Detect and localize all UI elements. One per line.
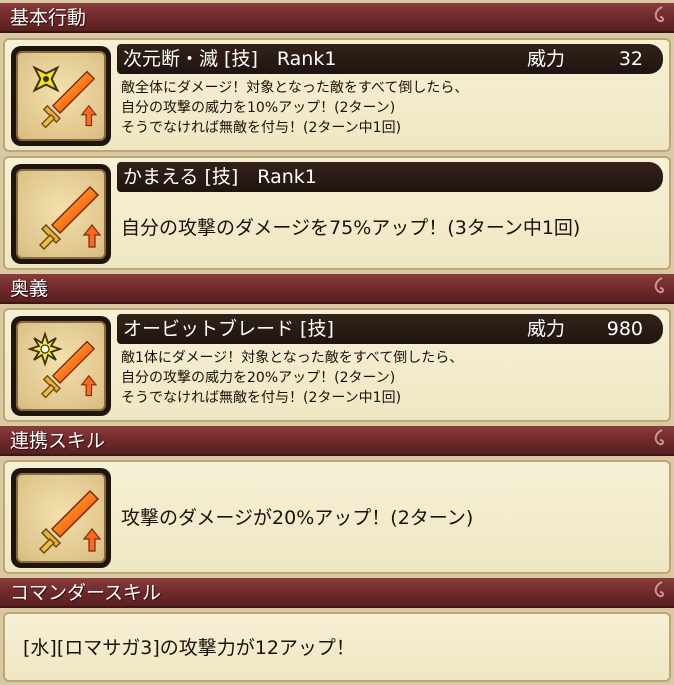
skill-description: 攻撃のダメージが20%アップ！(2ターン): [121, 507, 474, 529]
section-title: コマンダースキル: [10, 582, 162, 604]
skill-name: 次元断・滅 [技] Rank1: [123, 48, 337, 70]
skill-icon-frame: [11, 164, 111, 264]
shuriken-sword-up-icon: [32, 65, 97, 129]
skill-card[interactable]: オービットブレード [技] 威力 980 敵1体にダメージ！対象となった敵をすべ…: [3, 308, 671, 422]
description-line: 敵全体にダメージ！対象となった敵をすべて倒したら、: [121, 80, 469, 96]
power-label: 威力: [527, 48, 566, 70]
commander-skill-card[interactable]: [水][ロマサガ3]の攻撃力が12アップ！: [3, 612, 671, 682]
section-header-renkei: 連携スキル: [0, 426, 674, 456]
section-header-basic: 基本行動: [0, 3, 674, 33]
section-title: 連携スキル: [10, 430, 106, 452]
skill-icon-frame: [11, 46, 111, 146]
skill-card[interactable]: かまえる [技] Rank1 自分の攻撃のダメージを75%アップ！(3ターン中1…: [3, 156, 671, 270]
skill-description: 敵1体にダメージ！対象となった敵をすべて倒したら、 自分の攻撃の威力を20%アッ…: [121, 348, 463, 408]
section-header-commander: コマンダースキル: [0, 578, 674, 608]
description-line: 自分の攻撃の威力を20%アップ！(2ターン): [121, 370, 396, 386]
sword-up-icon: [39, 186, 101, 250]
skill-card[interactable]: 攻撃のダメージが20%アップ！(2ターン): [3, 460, 671, 574]
skill-icon-frame: [11, 316, 111, 416]
description-line: そうでなければ無敵を付与！(2ターン中1回): [121, 390, 402, 406]
swirl-ornament-icon: [654, 6, 664, 23]
description-line: そうでなければ無敵を付与！(2ターン中1回): [121, 120, 402, 136]
power-value: 32: [618, 48, 643, 70]
swirl-ornament-icon: [654, 277, 664, 294]
skill-card[interactable]: 次元断・滅 [技] Rank1 威力 32 敵全体にダメージ！対象となった敵をす…: [3, 38, 671, 152]
skill-name: オービットブレード [技]: [123, 318, 334, 340]
section-header-ougi: 奥義: [0, 274, 674, 304]
skill-name-bar: 次元断・滅 [技] Rank1 威力 32: [117, 44, 663, 74]
swirl-ornament-icon: [654, 429, 664, 446]
section-title: 奥義: [10, 278, 49, 300]
power-label: 威力: [527, 318, 566, 340]
swirl-ornament-icon: [654, 581, 664, 598]
section-title: 基本行動: [10, 7, 87, 29]
skill-name-bar: かまえる [技] Rank1: [117, 162, 663, 192]
skill-icon-frame: [11, 468, 111, 568]
skill-name: かまえる [技] Rank1: [123, 166, 317, 188]
skill-name-bar: オービットブレード [技] 威力 980: [117, 314, 663, 344]
power-value: 980: [606, 318, 643, 340]
description-line: 敵1体にダメージ！対象となった敵をすべて倒したら、: [121, 350, 464, 366]
skill-description: 自分の攻撃のダメージを75%アップ！(3ターン中1回): [121, 217, 581, 239]
skill-description: 敵全体にダメージ！対象となった敵をすべて倒したら、 自分の攻撃の威力を10%アッ…: [121, 78, 468, 138]
sword-up-icon: [39, 490, 101, 554]
description-line: 自分の攻撃の威力を10%アップ！(2ターン): [121, 100, 396, 116]
commander-skill-text: [水][ロマサガ3]の攻撃力が12アップ！: [23, 637, 355, 659]
starburst-sword-up-icon: [27, 331, 97, 399]
